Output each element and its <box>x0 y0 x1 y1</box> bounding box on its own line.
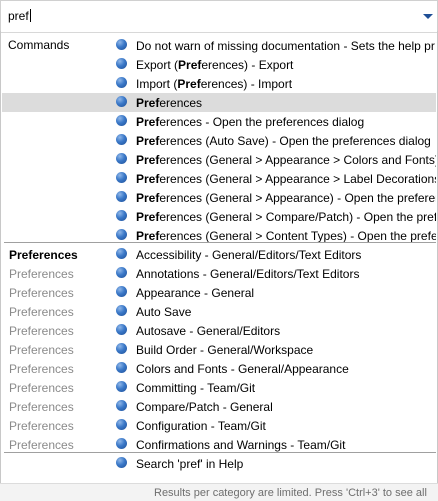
category-preferences: Preferences <box>9 362 74 376</box>
command-item[interactable]: Preferences (Auto Save) - Open the prefe… <box>2 131 436 150</box>
command-item[interactable]: Preferences (General > Appearance) - Ope… <box>2 188 436 207</box>
command-label: Preferences (General > Appearance > Colo… <box>136 153 436 167</box>
preference-icon <box>116 248 127 259</box>
category-preferences: Preferences <box>9 324 74 338</box>
category-preferences: Preferences <box>9 248 78 262</box>
preference-icon <box>116 305 127 316</box>
command-item[interactable]: Preferences (General > Appearance > Labe… <box>2 169 436 188</box>
preference-item[interactable]: Preferences Annotations - General/Editors… <box>2 264 436 283</box>
preference-item[interactable]: Preferences Autosave - General/Editors <box>2 321 436 340</box>
command-icon <box>116 96 127 107</box>
command-item[interactable]: Preferences (General > Compare/Patch) - … <box>2 207 436 226</box>
search-input[interactable]: pref <box>8 9 31 23</box>
command-icon <box>116 153 127 164</box>
help-icon <box>116 457 127 468</box>
category-preferences: Preferences <box>9 438 74 452</box>
chevron-down-icon[interactable] <box>422 13 434 21</box>
help-label: Search 'pref' in Help <box>136 457 244 471</box>
command-icon <box>116 134 127 145</box>
command-item[interactable]: Export (Preferences) - Export <box>2 55 436 74</box>
preference-label: Annotations - General/Editors/Text Edito… <box>136 267 360 281</box>
preference-item[interactable]: Preferences Appearance - General <box>2 283 436 302</box>
preference-item[interactable]: Preferences Auto Save <box>2 302 436 321</box>
category-preferences: Preferences <box>9 305 74 319</box>
text-caret <box>29 9 31 22</box>
preference-item[interactable]: Preferences Accessibility - General/Edito… <box>2 245 436 264</box>
command-icon <box>116 39 127 50</box>
category-preferences: Preferences <box>9 400 74 414</box>
preference-icon <box>116 267 127 278</box>
preference-icon <box>116 286 127 297</box>
preference-item[interactable]: Preferences Build Order - General/Workspa… <box>2 340 436 359</box>
preference-label: Confirmations and Warnings - Team/Git <box>136 438 346 452</box>
command-label: Preferences - Open the preferences dialo… <box>136 115 365 129</box>
preference-icon <box>116 438 127 449</box>
status-bar: Results per category are limited. Press … <box>0 483 438 501</box>
preference-item[interactable]: Preferences Committing - Team/Git <box>2 378 436 397</box>
preference-label: Configuration - Team/Git <box>136 419 266 433</box>
preference-label: Appearance - General <box>136 286 255 300</box>
command-icon <box>116 172 127 183</box>
command-item[interactable]: Import (Preferences) - Import <box>2 74 436 93</box>
command-item[interactable]: Preferences (General > Appearance > Colo… <box>2 150 436 169</box>
preference-label: Compare/Patch - General <box>136 400 273 414</box>
section-divider <box>4 452 436 453</box>
command-label: Do not warn of missing documentation - S… <box>136 39 435 53</box>
category-preferences: Preferences <box>9 381 74 395</box>
command-item[interactable]: Do not warn of missing documentation - S… <box>2 36 436 55</box>
command-icon <box>116 115 127 126</box>
quick-access-search[interactable]: pref <box>0 0 438 33</box>
command-label: Preferences (General > Content Types) - … <box>136 229 436 243</box>
command-icon <box>116 58 127 69</box>
command-label: Preferences (Auto Save) - Open the prefe… <box>136 134 431 148</box>
command-label: Export (Preferences) - Export <box>136 58 294 72</box>
command-label: Preferences (General > Appearance > Labe… <box>136 172 436 186</box>
preference-label: Colors and Fonts - General/Appearance <box>136 362 349 376</box>
preference-icon <box>116 381 127 392</box>
command-icon <box>116 210 127 221</box>
preference-icon <box>116 419 127 430</box>
category-preferences: Preferences <box>9 286 74 300</box>
command-label: Preferences (General > Compare/Patch) - … <box>136 210 436 224</box>
command-item[interactable]: Preferences - Open the preferences dialo… <box>2 112 436 131</box>
command-icon <box>116 191 127 202</box>
search-help-item[interactable]: Search 'pref' in Help <box>2 454 436 473</box>
preference-label: Committing - Team/Git <box>136 381 256 395</box>
preference-icon <box>116 324 127 335</box>
category-preferences: Preferences <box>9 343 74 357</box>
preference-label: Autosave - General/Editors <box>136 324 281 338</box>
command-icon <box>116 229 127 240</box>
preference-label: Accessibility - General/Editors/Text Edi… <box>136 248 362 262</box>
results-list: Commands Do not warn of missing document… <box>0 31 438 483</box>
section-divider <box>4 242 436 243</box>
status-text: Results per category are limited. Press … <box>154 487 427 499</box>
preference-icon <box>116 400 127 411</box>
preference-item[interactable]: Preferences Colors and Fonts - General/Ap… <box>2 359 436 378</box>
command-label: Preferences <box>136 96 203 110</box>
preference-item[interactable]: Preferences Configuration - Team/Git <box>2 416 436 435</box>
command-label: Preferences (General > Appearance) - Ope… <box>136 191 436 205</box>
command-item[interactable]: Preferences <box>2 93 436 112</box>
preference-label: Build Order - General/Workspace <box>136 343 314 357</box>
command-icon <box>116 77 127 88</box>
preference-label: Auto Save <box>136 305 192 319</box>
category-preferences: Preferences <box>9 419 74 433</box>
command-label: Import (Preferences) - Import <box>136 77 293 91</box>
preference-icon <box>116 343 127 354</box>
category-preferences: Preferences <box>9 267 74 281</box>
preference-icon <box>116 362 127 373</box>
preference-item[interactable]: Preferences Compare/Patch - General <box>2 397 436 416</box>
